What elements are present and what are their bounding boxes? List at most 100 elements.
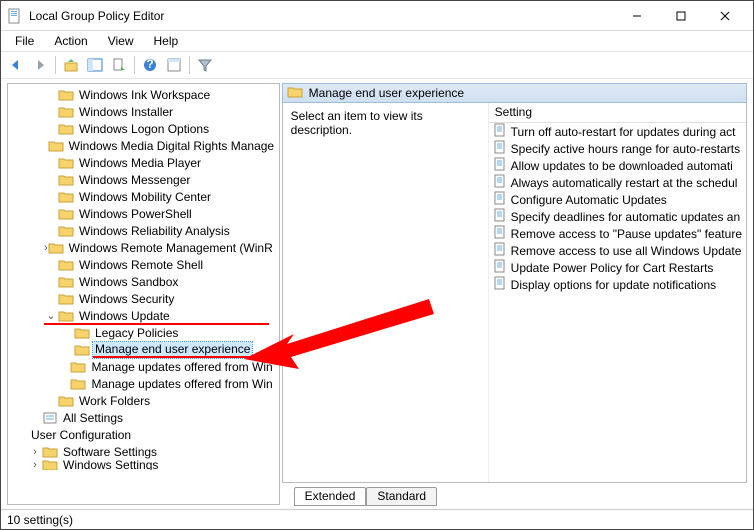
tree-item[interactable]: › Windows Settings <box>8 460 279 470</box>
tab-standard[interactable]: Standard <box>366 487 437 506</box>
chevron-right-icon[interactable]: › <box>28 460 42 470</box>
setting-item[interactable]: Turn off auto-restart for updates during… <box>489 123 746 140</box>
folder-icon <box>74 326 90 340</box>
toolbar: ? <box>1 51 753 79</box>
tree-item[interactable]: ·User Configuration <box>8 426 279 443</box>
tree-item[interactable]: ·Windows Sandbox <box>8 273 279 290</box>
tree-item[interactable]: ·Legacy Policies <box>8 324 279 341</box>
maximize-button[interactable] <box>659 2 703 30</box>
tree-item[interactable]: ·Work Folders <box>8 392 279 409</box>
export-list-button[interactable] <box>108 54 130 76</box>
setting-item[interactable]: Remove access to use all Windows Update <box>489 242 746 259</box>
tree-item-label: Windows Security <box>77 292 176 306</box>
tree-item[interactable]: ·Windows Security <box>8 290 279 307</box>
tree-item[interactable]: ·Manage updates offered from Win <box>8 375 279 392</box>
tab-extended[interactable]: Extended <box>294 487 367 506</box>
tree-item[interactable]: ·Windows PowerShell <box>8 205 279 222</box>
show-hide-tree-button[interactable] <box>84 54 106 76</box>
toolbar-separator <box>189 56 190 74</box>
folder-icon <box>58 207 74 221</box>
setting-label: Specify deadlines for automatic updates … <box>511 210 740 224</box>
folder-icon <box>58 394 74 408</box>
close-button[interactable] <box>703 2 747 30</box>
tree-item[interactable]: ·Windows Media Player <box>8 154 279 171</box>
folder-icon <box>58 173 74 187</box>
tree-item-label: Windows Update <box>77 309 172 323</box>
tree-item-label: Software Settings <box>61 445 159 459</box>
tree-item[interactable]: › Software Settings <box>8 443 279 460</box>
policy-tree: ·Windows Ink Workspace·Windows Installer… <box>8 84 279 472</box>
tree-item-label: Windows Settings <box>61 460 160 470</box>
main-area: ·Windows Ink Workspace·Windows Installer… <box>1 81 753 507</box>
column-header-setting[interactable]: Setting <box>489 103 746 123</box>
toolbar-separator <box>55 56 56 74</box>
setting-item[interactable]: Configure Automatic Updates <box>489 191 746 208</box>
up-button[interactable] <box>60 54 82 76</box>
tree-item[interactable]: ·Windows Mobility Center <box>8 188 279 205</box>
setting-item[interactable]: Specify active hours range for auto-rest… <box>489 140 746 157</box>
toolbar-separator <box>134 56 135 74</box>
title-bar: Local Group Policy Editor <box>1 1 753 31</box>
folder-icon <box>48 241 64 255</box>
setting-item[interactable]: Display options for update notifications <box>489 276 746 293</box>
filter-button[interactable] <box>194 54 216 76</box>
minimize-button[interactable] <box>615 2 659 30</box>
tree-item-label: Windows Sandbox <box>77 275 180 289</box>
policy-icon <box>493 191 507 208</box>
detail-description: Select an item to view its description. <box>283 103 488 482</box>
menu-file[interactable]: File <box>5 32 44 50</box>
detail-body: Select an item to view its description. … <box>282 103 747 483</box>
tree-item-label: Windows Media Player <box>77 156 203 170</box>
setting-item[interactable]: Always automatically restart at the sche… <box>489 174 746 191</box>
tree-item-label: Manage end user experience <box>93 342 252 358</box>
tree-item-label: Windows Remote Shell <box>77 258 205 272</box>
tree-item-label: Windows Messenger <box>77 173 192 187</box>
tree-item[interactable]: ·Windows Logon Options <box>8 120 279 137</box>
tree-item[interactable]: ·Manage updates offered from Win <box>8 358 279 375</box>
help-button[interactable]: ? <box>139 54 161 76</box>
menu-action[interactable]: Action <box>44 32 97 50</box>
folder-icon <box>70 360 86 374</box>
tree-item-label: Windows Ink Workspace <box>77 88 212 102</box>
tree-item[interactable]: ·Manage end user experience <box>8 341 279 358</box>
chevron-right-icon[interactable]: › <box>28 446 42 458</box>
setting-item[interactable]: Specify deadlines for automatic updates … <box>489 208 746 225</box>
policy-icon <box>493 276 507 293</box>
tree-item[interactable]: ·Windows Messenger <box>8 171 279 188</box>
setting-label: Remove access to use all Windows Update <box>511 244 742 258</box>
policy-icon <box>493 225 507 242</box>
tree-item[interactable]: ·Windows Ink Workspace <box>8 86 279 103</box>
tree-item[interactable]: ·Windows Remote Shell <box>8 256 279 273</box>
folder-icon <box>58 292 74 306</box>
setting-label: Display options for update notifications <box>511 278 716 292</box>
svg-text:?: ? <box>146 57 153 71</box>
folder-icon <box>58 105 74 119</box>
detail-pane: Manage end user experience Select an ite… <box>282 83 747 505</box>
chevron-down-icon[interactable]: ⌄ <box>44 309 58 322</box>
tree-item-label: Windows Remote Management (WinR <box>67 241 275 255</box>
policy-icon <box>493 123 507 140</box>
tree-scroll[interactable]: ·Windows Ink Workspace·Windows Installer… <box>8 84 279 504</box>
tree-item-label: Windows PowerShell <box>77 207 194 221</box>
forward-button[interactable] <box>29 54 51 76</box>
back-button[interactable] <box>5 54 27 76</box>
tree-item[interactable]: ·Windows Reliability Analysis <box>8 222 279 239</box>
window-title: Local Group Policy Editor <box>29 9 615 23</box>
tree-item-label: Windows Reliability Analysis <box>77 224 232 238</box>
tree-item[interactable]: ·Windows Media Digital Rights Manage <box>8 137 279 154</box>
tree-item[interactable]: ›Windows Remote Management (WinR <box>8 239 279 256</box>
status-text: 10 setting(s) <box>7 513 73 527</box>
setting-item[interactable]: Allow updates to be downloaded automati <box>489 157 746 174</box>
menu-help[interactable]: Help <box>144 32 189 50</box>
setting-item[interactable]: Update Power Policy for Cart Restarts <box>489 259 746 276</box>
setting-label: Allow updates to be downloaded automati <box>511 159 733 173</box>
menu-view[interactable]: View <box>98 32 144 50</box>
properties-button[interactable] <box>163 54 185 76</box>
tree-item[interactable]: ·Windows Installer <box>8 103 279 120</box>
setting-item[interactable]: Remove access to "Pause updates" feature <box>489 225 746 242</box>
tree-item[interactable]: ⌄ Windows Update <box>8 307 279 324</box>
setting-label: Always automatically restart at the sche… <box>511 176 738 190</box>
tree-item-label: Work Folders <box>77 394 152 408</box>
tree-item-label: Windows Logon Options <box>77 122 211 136</box>
tree-item[interactable]: ·All Settings <box>8 409 279 426</box>
